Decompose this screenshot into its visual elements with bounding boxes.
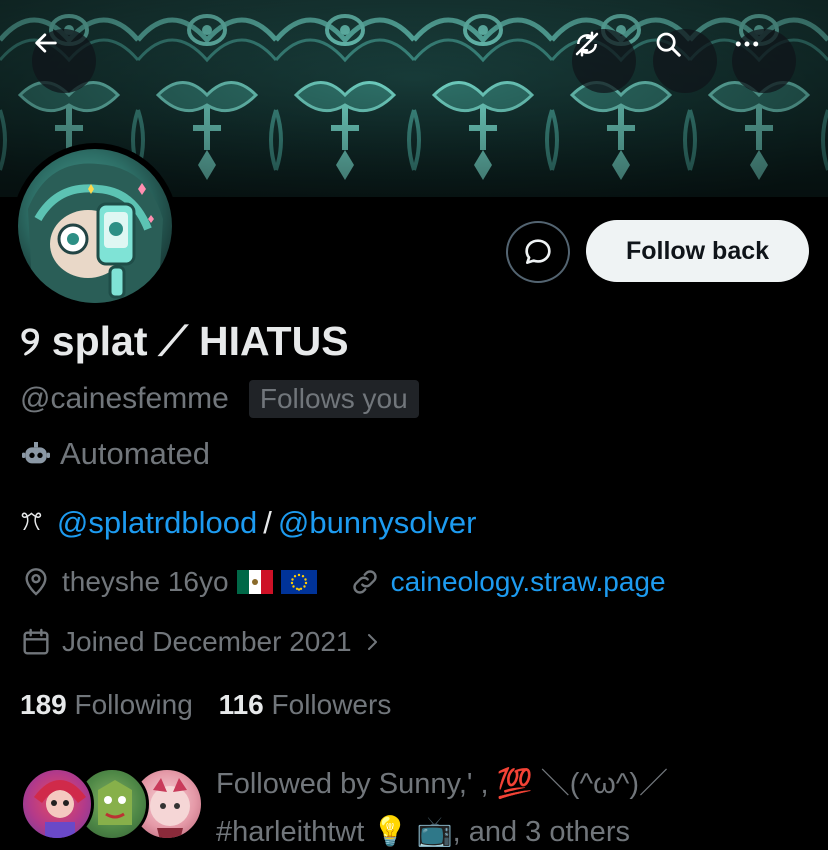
follow-back-button[interactable]: Follow back — [586, 220, 809, 282]
profile-avatar[interactable] — [12, 143, 178, 309]
bio-mention-2[interactable]: @bunnysolver — [278, 505, 477, 541]
sync-button[interactable] — [572, 29, 636, 93]
following-link[interactable]: 189 Following — [20, 689, 201, 720]
eu-flag-icon — [280, 570, 317, 594]
link-icon — [349, 566, 381, 598]
search-button[interactable] — [653, 29, 717, 93]
automated-text: Automated — [60, 436, 210, 471]
follower-avatar-1 — [20, 767, 94, 841]
robot-icon — [22, 442, 50, 464]
bio-mention-1[interactable]: @splatrdblood — [57, 505, 257, 541]
followed-by-text: Followed by Sunny,' , 💯 ＼(^ω^)／ #harleit… — [216, 760, 668, 850]
handle-row: @cainesfemme Follows you — [20, 380, 419, 418]
message-icon — [525, 239, 551, 264]
followed-by-section[interactable]: Followed by Sunny,' , 💯 ＼(^ω^)／ #harleit… — [20, 760, 820, 850]
sync-off-icon — [575, 31, 599, 57]
followers-count: 116 — [218, 689, 264, 720]
profile-meta: theyshe 16yo caineology.straw.page — [20, 566, 666, 598]
following-count: 189 — [20, 689, 67, 720]
followed-by-line-2: #harleithtwt 💡 📺, and 3 others — [216, 816, 630, 848]
following-label: Following — [74, 689, 193, 720]
avatar-image — [18, 149, 172, 303]
joined-row[interactable]: Joined December 2021 — [20, 626, 384, 658]
more-horizontal-icon — [735, 41, 759, 47]
more-button[interactable] — [732, 29, 796, 93]
followers-link[interactable]: 116 Followers — [219, 689, 392, 720]
mexico-flag-icon — [236, 570, 273, 594]
bio-separator: / — [263, 505, 272, 540]
location-text: theyshe 16yo — [62, 566, 229, 597]
followed-by-line-1: Followed by Sunny,' , 💯 ＼(^ω^)／ — [216, 768, 668, 800]
message-button[interactable] — [506, 221, 570, 283]
bio: ꔫ @splatrdblood / @bunnysolver — [20, 505, 476, 541]
arrow-left-icon — [35, 33, 57, 53]
location-icon — [20, 566, 52, 598]
display-name: ୨ splat ⟋ HIATUS — [20, 318, 349, 364]
joined-text: Joined December 2021 — [62, 626, 352, 657]
website-link[interactable]: caineology.straw.page — [391, 566, 666, 598]
search-icon — [656, 32, 681, 57]
calendar-icon — [20, 626, 52, 658]
back-button[interactable] — [32, 29, 96, 93]
user-handle: @cainesfemme — [20, 382, 229, 415]
chevron-right-icon — [367, 634, 377, 650]
bio-glyph: ꔫ — [20, 509, 43, 536]
followers-label: Followers — [271, 689, 392, 720]
follow-counts: 189 Following 116 Followers — [20, 689, 391, 721]
follows-you-badge: Follows you — [248, 380, 419, 418]
automated-label[interactable]: Automated — [20, 436, 210, 472]
